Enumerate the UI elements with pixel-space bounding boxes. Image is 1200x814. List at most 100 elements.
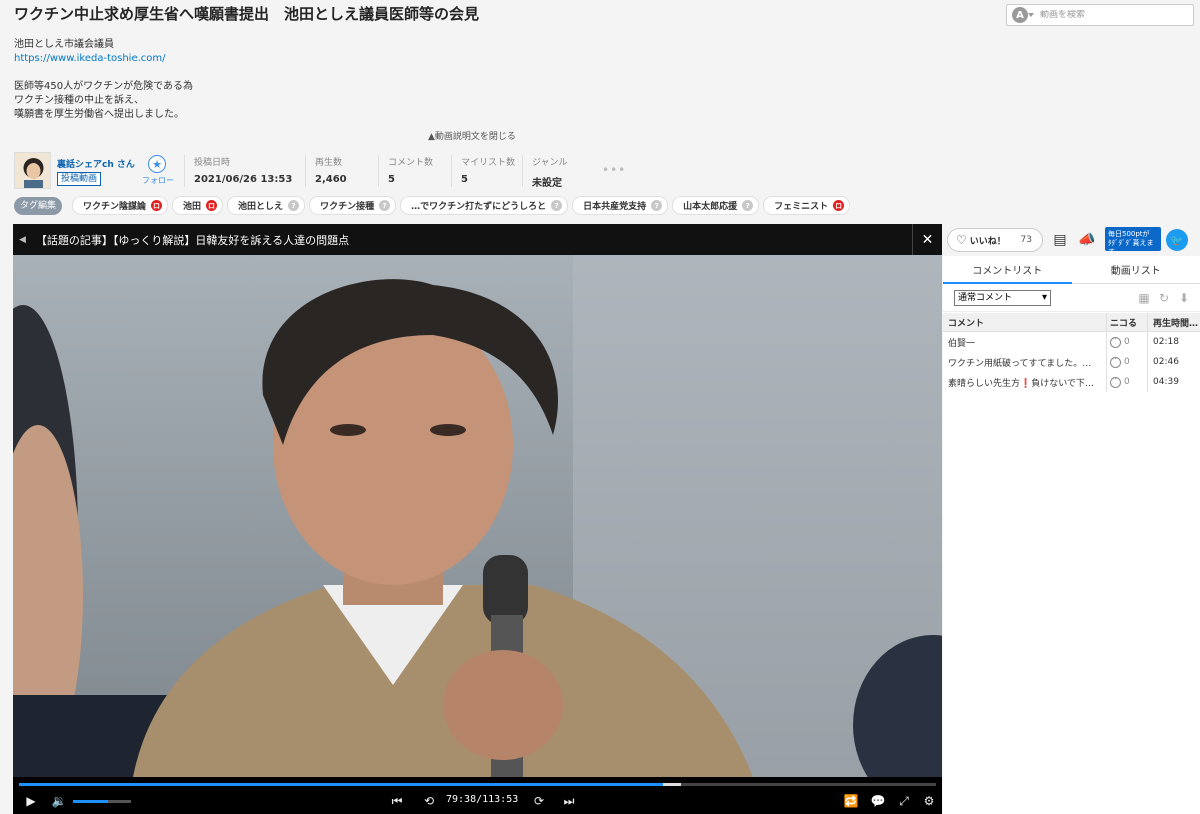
like-label: いいね！ xyxy=(969,236,1006,247)
video-player[interactable]: ◀ 【話題の記事】【ゆっくり解説】日韓友好を訴える人達の問題点 ✕ ▶ 🔉 ⏮ … xyxy=(13,224,942,814)
tab-comment-list[interactable]: コメントリスト xyxy=(943,256,1072,284)
search-box[interactable]: A xyxy=(1006,4,1194,26)
help-icon[interactable]: ? xyxy=(651,200,663,211)
uploader-avatar[interactable] xyxy=(14,152,51,189)
help-icon[interactable]: ? xyxy=(288,200,300,211)
stat-label: ジャンル xyxy=(532,158,568,168)
tag-label[interactable]: ワクチン接種 xyxy=(320,199,374,212)
skip-back-icon[interactable]: ⏮ xyxy=(387,791,407,811)
tag-label[interactable]: 池田としえ xyxy=(238,199,283,212)
comment-table: コメント ニコる 再生時間… 伯賢一 0 02:18 ワクチン用紙破ってすてまし… xyxy=(943,313,1200,392)
description-line: 嘆願書を厚生労働省へ提出しました。 xyxy=(14,109,184,120)
tag-edit-button[interactable]: タグ編集 xyxy=(14,196,63,215)
calendar-icon[interactable]: ▦ xyxy=(1137,291,1151,305)
follow-star-icon[interactable]: ★ xyxy=(148,155,166,173)
column-header-comment[interactable]: コメント xyxy=(943,313,1107,331)
help-icon[interactable]: ? xyxy=(742,200,754,211)
heart-icon: ♡ xyxy=(956,233,967,247)
refresh-icon[interactable]: ↻ xyxy=(1157,291,1171,305)
tag-label[interactable]: …でワクチン打たずにどうしろと xyxy=(411,199,546,212)
nicoru-icon[interactable] xyxy=(1110,355,1121,368)
stat-posted: 投稿日時 2021/06/26 13:53 xyxy=(184,155,292,187)
help-icon[interactable]: ? xyxy=(551,200,563,211)
play-icon[interactable]: ▶ xyxy=(21,791,41,811)
close-icon[interactable]: ✕ xyxy=(912,224,942,255)
comment-toggle-icon[interactable]: 💬 xyxy=(868,791,888,811)
video-frame[interactable] xyxy=(13,255,942,777)
tag-item[interactable]: 日本共産党支持? xyxy=(572,196,669,215)
seek-bar-fill xyxy=(19,783,663,786)
lock-icon: ロ xyxy=(151,200,163,211)
tag-item[interactable]: 池田としえ? xyxy=(227,196,306,215)
more-menu-icon[interactable]: ••• xyxy=(602,163,626,177)
side-panel-tabs: コメントリスト 動画リスト xyxy=(943,256,1200,284)
volume-fill xyxy=(73,800,108,803)
tag-label[interactable]: 池田 xyxy=(183,199,201,212)
like-button[interactable]: ♡ いいね！ 73 xyxy=(947,228,1043,252)
playback-time: 79:38/113:53 xyxy=(446,794,519,805)
forward-10-icon[interactable]: ⟳ xyxy=(529,791,549,811)
points-promo-banner[interactable]: 毎日500ptが ﾀﾀﾞﾀﾞﾀﾞ貰えます xyxy=(1105,227,1161,256)
skip-forward-icon[interactable]: ⏭ xyxy=(559,791,579,811)
tag-label[interactable]: 日本共産党支持 xyxy=(583,199,646,212)
stat-label: 再生数 xyxy=(315,158,343,168)
follow-label[interactable]: フォロー xyxy=(142,175,174,186)
megaphone-icon[interactable]: 📣 xyxy=(1076,230,1098,250)
tag-item[interactable]: 山本太郎応援? xyxy=(672,196,760,215)
fullscreen-icon[interactable]: ⤢ xyxy=(894,791,914,811)
news-ticker[interactable]: ◀ 【話題の記事】【ゆっくり解説】日韓友好を訴える人達の問題点 ✕ xyxy=(13,224,942,255)
tag-label[interactable]: ワクチン陰謀論 xyxy=(83,199,146,212)
column-header-nicoru[interactable]: ニコる xyxy=(1107,313,1148,331)
uploader-name[interactable]: 裏話シェアch さん xyxy=(57,157,135,170)
comment-row[interactable]: 素晴らしい先生方❗負けないで下さ… 0 04:39 xyxy=(943,372,1200,392)
twitter-icon[interactable]: 🐦 xyxy=(1166,229,1188,251)
ticker-text[interactable]: 【話題の記事】【ゆっくり解説】日韓友好を訴える人達の問題点 xyxy=(36,232,349,248)
stat-views: 再生数 2,460 xyxy=(305,155,347,187)
tag-label[interactable]: 山本太郎応援 xyxy=(683,199,737,212)
lock-icon: ロ xyxy=(833,200,845,211)
stat-label: 投稿日時 xyxy=(194,158,231,168)
nicoru-icon[interactable] xyxy=(1110,335,1121,348)
seek-bar-buffer xyxy=(662,783,682,786)
lock-icon: ロ xyxy=(206,200,218,211)
tag-item[interactable]: ワクチン陰謀論ロ xyxy=(72,196,169,215)
stat-value: 2,460 xyxy=(315,174,347,185)
tag-item[interactable]: …でワクチン打たずにどうしろと? xyxy=(400,196,569,215)
help-icon[interactable]: ? xyxy=(379,200,391,211)
tag-item[interactable]: フェミニストロ xyxy=(763,196,851,215)
video-still xyxy=(13,255,942,777)
tag-item[interactable]: ワクチン接種? xyxy=(309,196,397,215)
volume-slider[interactable] xyxy=(73,800,131,803)
promo-line: 毎日500ptが xyxy=(1108,230,1150,238)
download-icon[interactable]: ⬇ xyxy=(1177,291,1191,305)
tag-label[interactable]: フェミニスト xyxy=(774,199,828,212)
side-panel: ♡ いいね！ 73 ▤ 📣 毎日500ptが ﾀﾀﾞﾀﾞﾀﾞ貰えます 🐦 コメン… xyxy=(943,224,1200,814)
stat-value: 5 xyxy=(388,174,395,185)
search-input[interactable] xyxy=(1040,10,1180,20)
stat-mylists: マイリスト数 5 xyxy=(451,155,515,187)
chevron-left-icon[interactable]: ◀ xyxy=(19,235,26,245)
rewind-10-icon[interactable]: ⟲ xyxy=(419,791,439,811)
comment-time: 02:18 xyxy=(1153,337,1179,347)
settings-gear-icon[interactable]: ⚙ xyxy=(919,791,939,811)
tab-video-list[interactable]: 動画リスト xyxy=(1071,256,1200,284)
tag-item[interactable]: 池田ロ xyxy=(172,196,224,215)
seek-bar[interactable] xyxy=(19,783,936,786)
add-mylist-icon[interactable]: ▤ xyxy=(1049,230,1071,250)
stat-comments: コメント数 5 xyxy=(378,155,433,187)
like-count: 73 xyxy=(1020,235,1032,245)
account-menu-icon[interactable]: A xyxy=(1012,7,1034,23)
uploader-videos-badge[interactable]: 投稿動画 xyxy=(57,172,102,186)
comment-type-select[interactable]: 通常コメント xyxy=(954,290,1051,306)
video-meta: 裏話シェアch さん 投稿動画 ★ フォロー 投稿日時 2021/06/26 1… xyxy=(14,150,654,190)
player-controls: ▶ 🔉 ⏮ ⟲ 79:38/113:53 ⟳ ⏭ 🔁 💬 ⤢ ⚙ xyxy=(13,788,942,814)
comment-row[interactable]: 伯賢一 0 02:18 xyxy=(943,332,1200,352)
description-link[interactable]: https://www.ikeda-toshie.com/ xyxy=(14,52,193,66)
nicoru-count: 0 xyxy=(1124,357,1130,367)
column-header-playtime[interactable]: 再生時間… xyxy=(1148,313,1200,331)
comment-row[interactable]: ワクチン用紙破ってすてました。お… 0 02:46 xyxy=(943,352,1200,372)
nicoru-icon[interactable] xyxy=(1110,375,1121,388)
loop-icon[interactable]: 🔁 xyxy=(841,791,861,811)
description-toggle[interactable]: ▲動画説明文を閉じる xyxy=(428,129,516,142)
volume-icon[interactable]: 🔉 xyxy=(49,791,69,811)
